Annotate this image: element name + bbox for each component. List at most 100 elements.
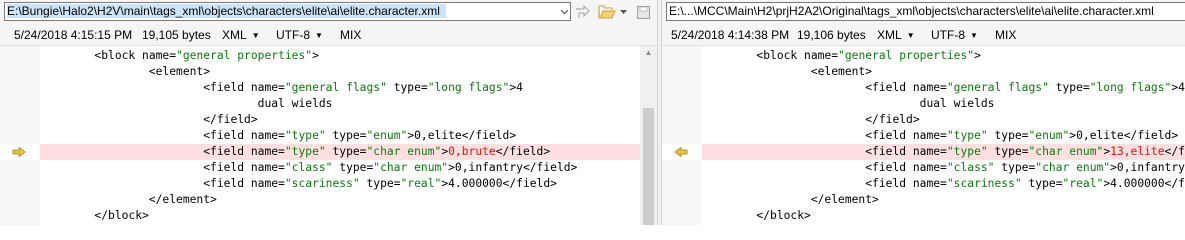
code-token: 0,brute [448,145,496,158]
code-token: type= [987,145,1029,158]
left-format-label: XML [222,28,247,42]
code-token: name= [250,81,285,94]
left-file-pane: E:\Bungie\Halo2\H2V\main\tags_xml\object… [0,0,657,225]
code-token: </field> [461,129,517,142]
code-token: name= [912,145,947,158]
code-line[interactable]: dual wields [40,96,640,112]
code-line-diff[interactable]: <field name="type" type="char enum">0,br… [40,144,640,160]
right-format-label: XML [877,28,902,42]
code-token: "type" [946,129,988,142]
code-token: type= [386,81,428,94]
code-token: > [448,161,455,174]
code-line[interactable]: <field name="type" type="enum">0,elite</… [702,128,1185,144]
diff-arrow-left-icon[interactable] [674,147,688,157]
code-token: name= [250,129,285,142]
right-encoding-dropdown[interactable]: UTF-8 ▼ [931,28,978,42]
left-file-size: 19,105 bytes [142,28,211,42]
left-line-endings[interactable]: MIX [340,28,361,42]
code-token: <field [203,81,251,94]
code-line[interactable]: </element> [40,192,640,208]
code-token: "type" [946,145,988,158]
code-line[interactable]: <block name="general properties"> [702,48,1185,64]
left-encoding-label: UTF-8 [276,28,310,42]
code-line[interactable]: <element> [702,64,1185,80]
code-token: name= [142,49,177,62]
code-token: "real" [400,177,442,190]
left-path-text: E:\Bungie\Halo2\H2V\main\tags_xml\object… [7,4,446,18]
right-path-input[interactable]: E:\...\MCC\Main\H2\prjH2A2\Original\tags… [666,2,1185,21]
code-line[interactable]: <block name="general properties"> [40,48,640,64]
diff-arrow-right-icon[interactable] [12,147,26,157]
code-token: name= [912,81,947,94]
scroll-up-arrow-icon[interactable]: ▲ [640,46,657,60]
right-file-pane: E:\...\MCC\Main\H2\prjH2A2\Original\tags… [662,0,1185,225]
open-folder-icon[interactable] [597,3,617,21]
right-path-text: E:\...\MCC\Main\H2\prjH2A2\Original\tags… [669,4,1154,18]
code-token: type= [1048,81,1090,94]
code-line[interactable]: <field name="class" type="char enum">0,i… [40,160,640,176]
left-scroll-thumb[interactable] [643,108,654,225]
left-editor[interactable]: <block name="general properties"> <eleme… [0,46,657,225]
code-line[interactable]: <field name="class" type="char enum">0,i… [702,160,1185,176]
save-disk-icon[interactable] [635,3,651,21]
left-vertical-scrollbar[interactable]: ▲ [640,46,657,225]
code-token: <field [203,177,251,190]
code-line[interactable]: </element> [702,192,1185,208]
code-token: type= [325,145,367,158]
code-token: 4 [1178,81,1185,94]
chevron-down-icon[interactable] [558,3,570,21]
right-timestamp: 5/24/2018 4:14:38 PM [671,28,790,42]
code-line[interactable]: dual wields [702,96,1185,112]
navigate-arrow-icon[interactable] [573,3,591,21]
right-format-dropdown[interactable]: XML ▼ [877,28,915,42]
code-token: <field [865,145,913,158]
left-timestamp: 5/24/2018 4:15:15 PM [14,28,133,42]
code-token: name= [912,177,947,190]
code-token: name= [912,129,947,142]
code-token: <field [203,145,251,158]
code-line[interactable]: <field name="type" type="enum">0,elite</… [40,128,640,144]
code-token: "long flags" [1089,81,1172,94]
right-encoding-label: UTF-8 [931,28,965,42]
left-encoding-dropdown[interactable]: UTF-8 ▼ [276,28,323,42]
code-line[interactable]: <field name="scariness" type="real">4.00… [40,176,640,192]
code-line[interactable]: <field name="general flags" type="long f… [40,80,640,96]
code-line[interactable]: <field name="scariness" type="real">4.00… [702,176,1185,192]
code-token: "class" [284,161,333,174]
code-line[interactable]: <element> [40,64,640,80]
code-token: > [312,49,319,62]
code-line[interactable]: </field> [702,112,1185,128]
code-token: <field [865,161,913,174]
code-line[interactable]: <field name="general flags" type="long f… [702,80,1185,96]
right-line-endings[interactable]: MIX [995,28,1016,42]
folder-dropdown-chevron-icon[interactable] [618,3,628,21]
code-token: 13,elite [1110,145,1165,158]
code-line[interactable]: </field> [40,112,640,128]
code-token: "scariness" [284,177,360,190]
code-token: "type" [284,145,326,158]
code-token: "type" [284,129,326,142]
code-line[interactable]: </block> [40,208,640,224]
left-format-dropdown[interactable]: XML ▼ [222,28,260,42]
code-line[interactable]: </block> [702,208,1185,224]
code-line-diff[interactable]: <field name="type" type="char enum">13,e… [702,144,1185,160]
code-token: "general flags" [284,81,387,94]
code-token: "enum" [366,129,408,142]
code-token: </field> [495,145,551,158]
code-token: </field> [1164,145,1185,158]
left-path-input[interactable]: E:\Bungie\Halo2\H2V\main\tags_xml\object… [4,2,571,21]
right-editor[interactable]: <block name="general properties"> <eleme… [662,46,1185,225]
code-token: "char enum" [1035,161,1111,174]
